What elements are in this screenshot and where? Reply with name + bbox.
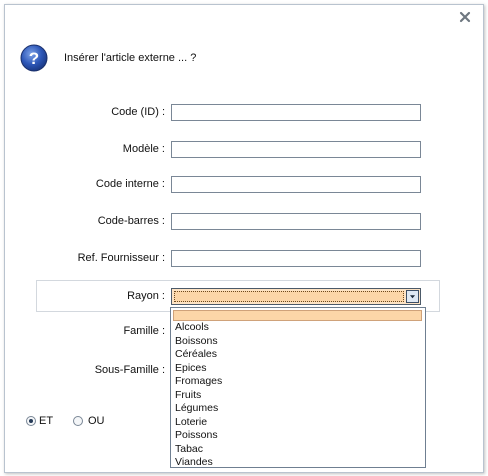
dropdown-item[interactable]: Viandes <box>175 456 213 470</box>
rayon-combobox[interactable] <box>171 288 421 305</box>
ref-fournisseur-input[interactable] <box>171 250 421 267</box>
dropdown-item[interactable]: Epices <box>175 362 207 376</box>
et-radio-label: ET <box>39 415 54 427</box>
dropdown-item[interactable]: Loterie <box>175 416 207 430</box>
code-interne-label: Code interne : <box>95 178 165 190</box>
dropdown-item[interactable]: Poissons <box>175 429 218 443</box>
et-radio[interactable] <box>26 416 36 426</box>
dialog-question: Insérer l'article externe ... ? <box>64 52 197 64</box>
svg-text:?: ? <box>29 49 39 68</box>
modele-label: Modèle : <box>122 143 165 155</box>
dropdown-item[interactable]: Tabac <box>175 443 203 457</box>
rayon-label: Rayon : <box>127 290 165 302</box>
rayon-selected-value <box>174 291 404 302</box>
dropdown-item[interactable]: Alcools <box>175 321 209 335</box>
ou-radio[interactable] <box>73 416 83 426</box>
dropdown-item[interactable]: Légumes <box>175 402 218 416</box>
code-barres-label: Code-barres : <box>97 215 165 227</box>
dropdown-item[interactable]: Céréales <box>175 348 217 362</box>
close-icon[interactable] <box>459 11 471 23</box>
chevron-down-icon[interactable] <box>406 290 419 303</box>
question-icon: ? <box>20 44 48 72</box>
sous-famille-label: Sous-Famille : <box>94 364 165 376</box>
dropdown-item[interactable]: Boissons <box>175 335 218 349</box>
ou-radio-label: OU <box>88 415 105 427</box>
ref-fournisseur-label: Ref. Fournisseur : <box>77 252 165 264</box>
dropdown-item[interactable] <box>173 310 422 321</box>
code-barres-input[interactable] <box>171 213 421 230</box>
code-id-label: Code (ID) : <box>111 106 165 118</box>
code-id-input[interactable] <box>171 104 421 121</box>
dropdown-item[interactable]: Fromages <box>175 375 222 389</box>
code-interne-input[interactable] <box>171 176 421 193</box>
modele-input[interactable] <box>171 141 421 158</box>
famille-label: Famille : <box>123 325 165 337</box>
rayon-dropdown-list[interactable]: Alcools Boissons Céréales Epices Fromage… <box>170 307 426 468</box>
dropdown-item[interactable]: Fruits <box>175 389 201 403</box>
